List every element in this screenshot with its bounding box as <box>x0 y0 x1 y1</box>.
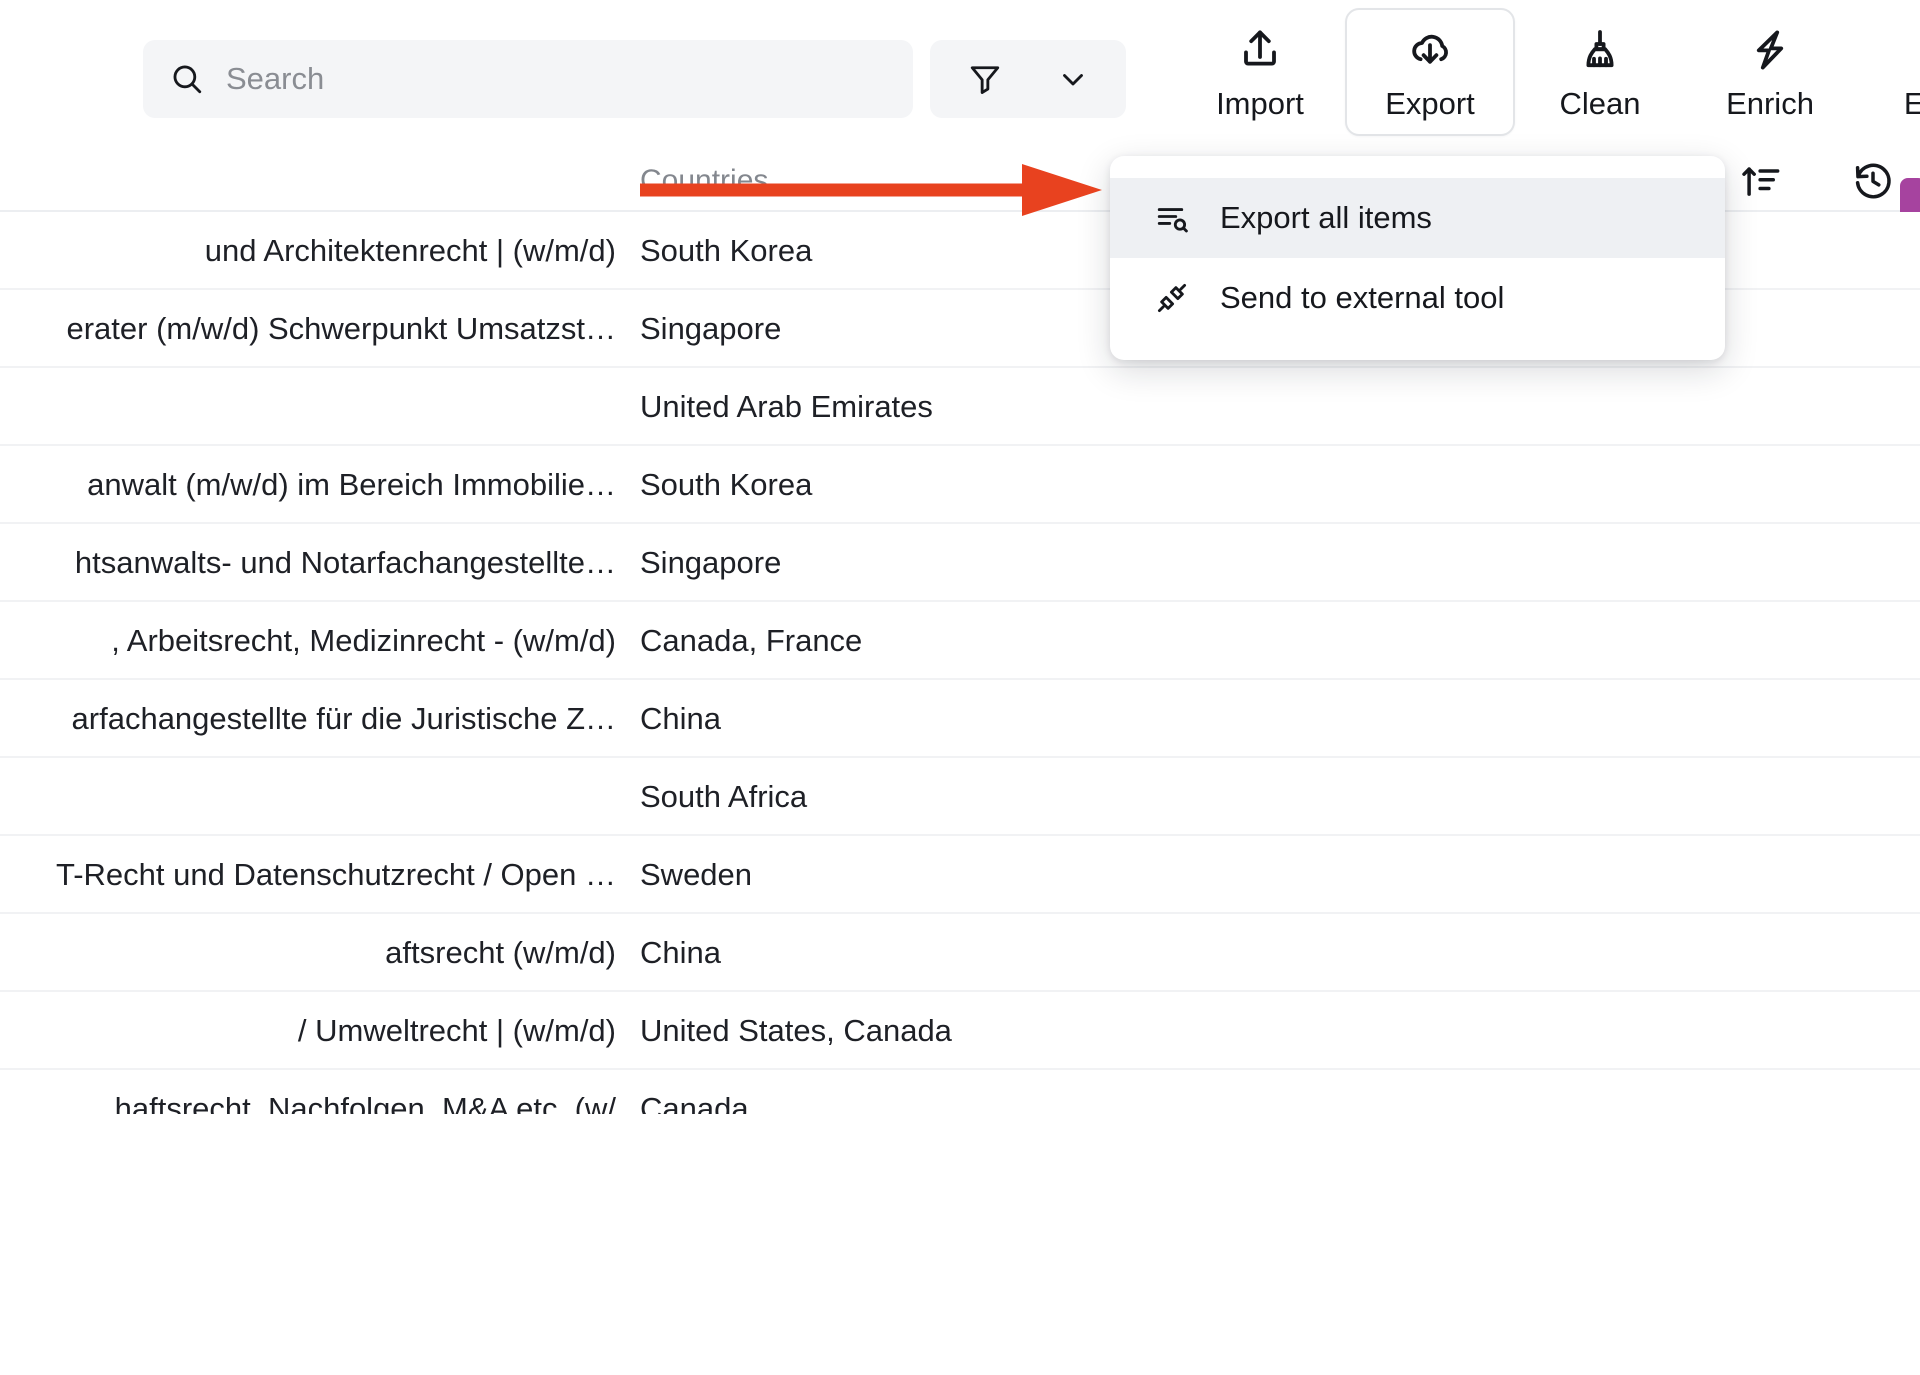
sort-ascending-icon[interactable] <box>1740 160 1782 202</box>
table-row[interactable]: United Arab Emirates <box>0 368 1920 446</box>
cell-countries: Sweden <box>640 857 753 892</box>
cell-title: htsanwalts- und Notarfachangestellte… <box>74 545 616 580</box>
table-header-tools <box>1740 150 1894 212</box>
extract-scan-icon <box>1916 26 1920 74</box>
table-row[interactable]: anwalt (m/w/d) im Bereich Immobilie… Sout… <box>0 446 1920 524</box>
extract-button[interactable]: Extra <box>1855 8 1920 136</box>
extract-button-label: Extra <box>1903 85 1920 121</box>
search-icon <box>170 62 204 96</box>
cell-title: aftsrecht (w/m/d) <box>385 935 616 970</box>
search-box[interactable] <box>143 40 913 118</box>
cell-countries: United States, Canada <box>640 1013 952 1048</box>
cell-title: , Arbeitsrecht, Medizinrecht - (w/m/d) <box>111 623 616 658</box>
app-root: Import Export <box>0 0 1920 1375</box>
table-row[interactable]: arfachangestellte für die Juristische Z…… <box>0 680 1920 758</box>
column-header-title[interactable] <box>0 150 640 212</box>
cell-title: und Architektenrecht | (w/m/d) <box>204 233 616 268</box>
menu-item-label: Send to external tool <box>1220 280 1505 315</box>
table-row[interactable]: / Umweltrecht | (w/m/d) United States, Ca… <box>0 992 1920 1070</box>
cell-countries: United Arab Emirates <box>640 389 933 424</box>
menu-item-export-all-items[interactable]: Export all items <box>1110 178 1725 258</box>
filter-control[interactable] <box>930 40 1126 118</box>
clean-button-label: Clean <box>1559 85 1641 121</box>
plug-connect-icon <box>1154 280 1190 316</box>
cell-title: haftsrecht, Nachfolgen, M&A etc. (w/ <box>114 1091 616 1114</box>
cell-countries: Canada, France <box>640 623 863 658</box>
cell-title <box>0 368 640 446</box>
search-input[interactable] <box>226 61 846 97</box>
table-row[interactable]: aftsrecht (w/m/d) China <box>0 914 1920 992</box>
import-button[interactable]: Import <box>1175 8 1345 136</box>
history-icon[interactable] <box>1852 160 1894 202</box>
lightning-bolt-icon <box>1746 26 1794 74</box>
table-row[interactable]: htsanwalts- und Notarfachangestellte… Sin… <box>0 524 1920 602</box>
menu-item-label: Export all items <box>1220 200 1432 235</box>
cell-title <box>0 758 640 836</box>
enrich-button-label: Enrich <box>1726 85 1814 121</box>
cell-countries: South Korea <box>640 467 813 502</box>
menu-item-send-to-external-tool[interactable]: Send to external tool <box>1110 258 1725 338</box>
toolbar-actions: Import Export Clean Enrich E <box>1175 8 1920 144</box>
export-dropdown-menu: Export all items Send to external tool <box>1110 156 1725 360</box>
import-button-label: Import <box>1216 85 1304 121</box>
cell-countries: Canada <box>640 1091 749 1114</box>
broom-icon <box>1576 26 1624 74</box>
cell-title: arfachangestellte für die Juristische Z… <box>71 701 616 736</box>
filter-icon[interactable] <box>967 61 1003 97</box>
upload-icon <box>1236 26 1284 74</box>
cell-countries: Singapore <box>640 545 782 580</box>
cell-title: T-Recht und Datenschutzrecht / Open … <box>56 857 616 892</box>
chevron-down-icon[interactable] <box>1056 62 1090 96</box>
table-row[interactable]: T-Recht und Datenschutzrecht / Open … Swe… <box>0 836 1920 914</box>
enrich-button[interactable]: Enrich <box>1685 8 1855 136</box>
cloud-download-icon <box>1406 26 1454 74</box>
cell-title: anwalt (m/w/d) im Bereich Immobilie… <box>87 467 616 502</box>
list-search-icon <box>1154 200 1190 236</box>
export-button[interactable]: Export <box>1345 8 1515 136</box>
export-button-label: Export <box>1385 85 1475 121</box>
cell-countries: South Africa <box>640 779 808 814</box>
table-row[interactable]: haftsrecht, Nachfolgen, M&A etc. (w/Cana… <box>0 1070 1920 1114</box>
cell-countries: China <box>640 701 721 736</box>
table-row[interactable]: South Africa <box>0 758 1920 836</box>
cell-title: / Umweltrecht | (w/m/d) <box>297 1013 616 1048</box>
cell-countries: China <box>640 935 721 970</box>
clean-button[interactable]: Clean <box>1515 8 1685 136</box>
table-row[interactable]: , Arbeitsrecht, Medizinrecht - (w/m/d) Ca… <box>0 602 1920 680</box>
top-toolbar: Import Export <box>0 0 1920 150</box>
cell-title: erater (m/w/d) Schwerpunkt Umsatzst… <box>66 311 616 346</box>
